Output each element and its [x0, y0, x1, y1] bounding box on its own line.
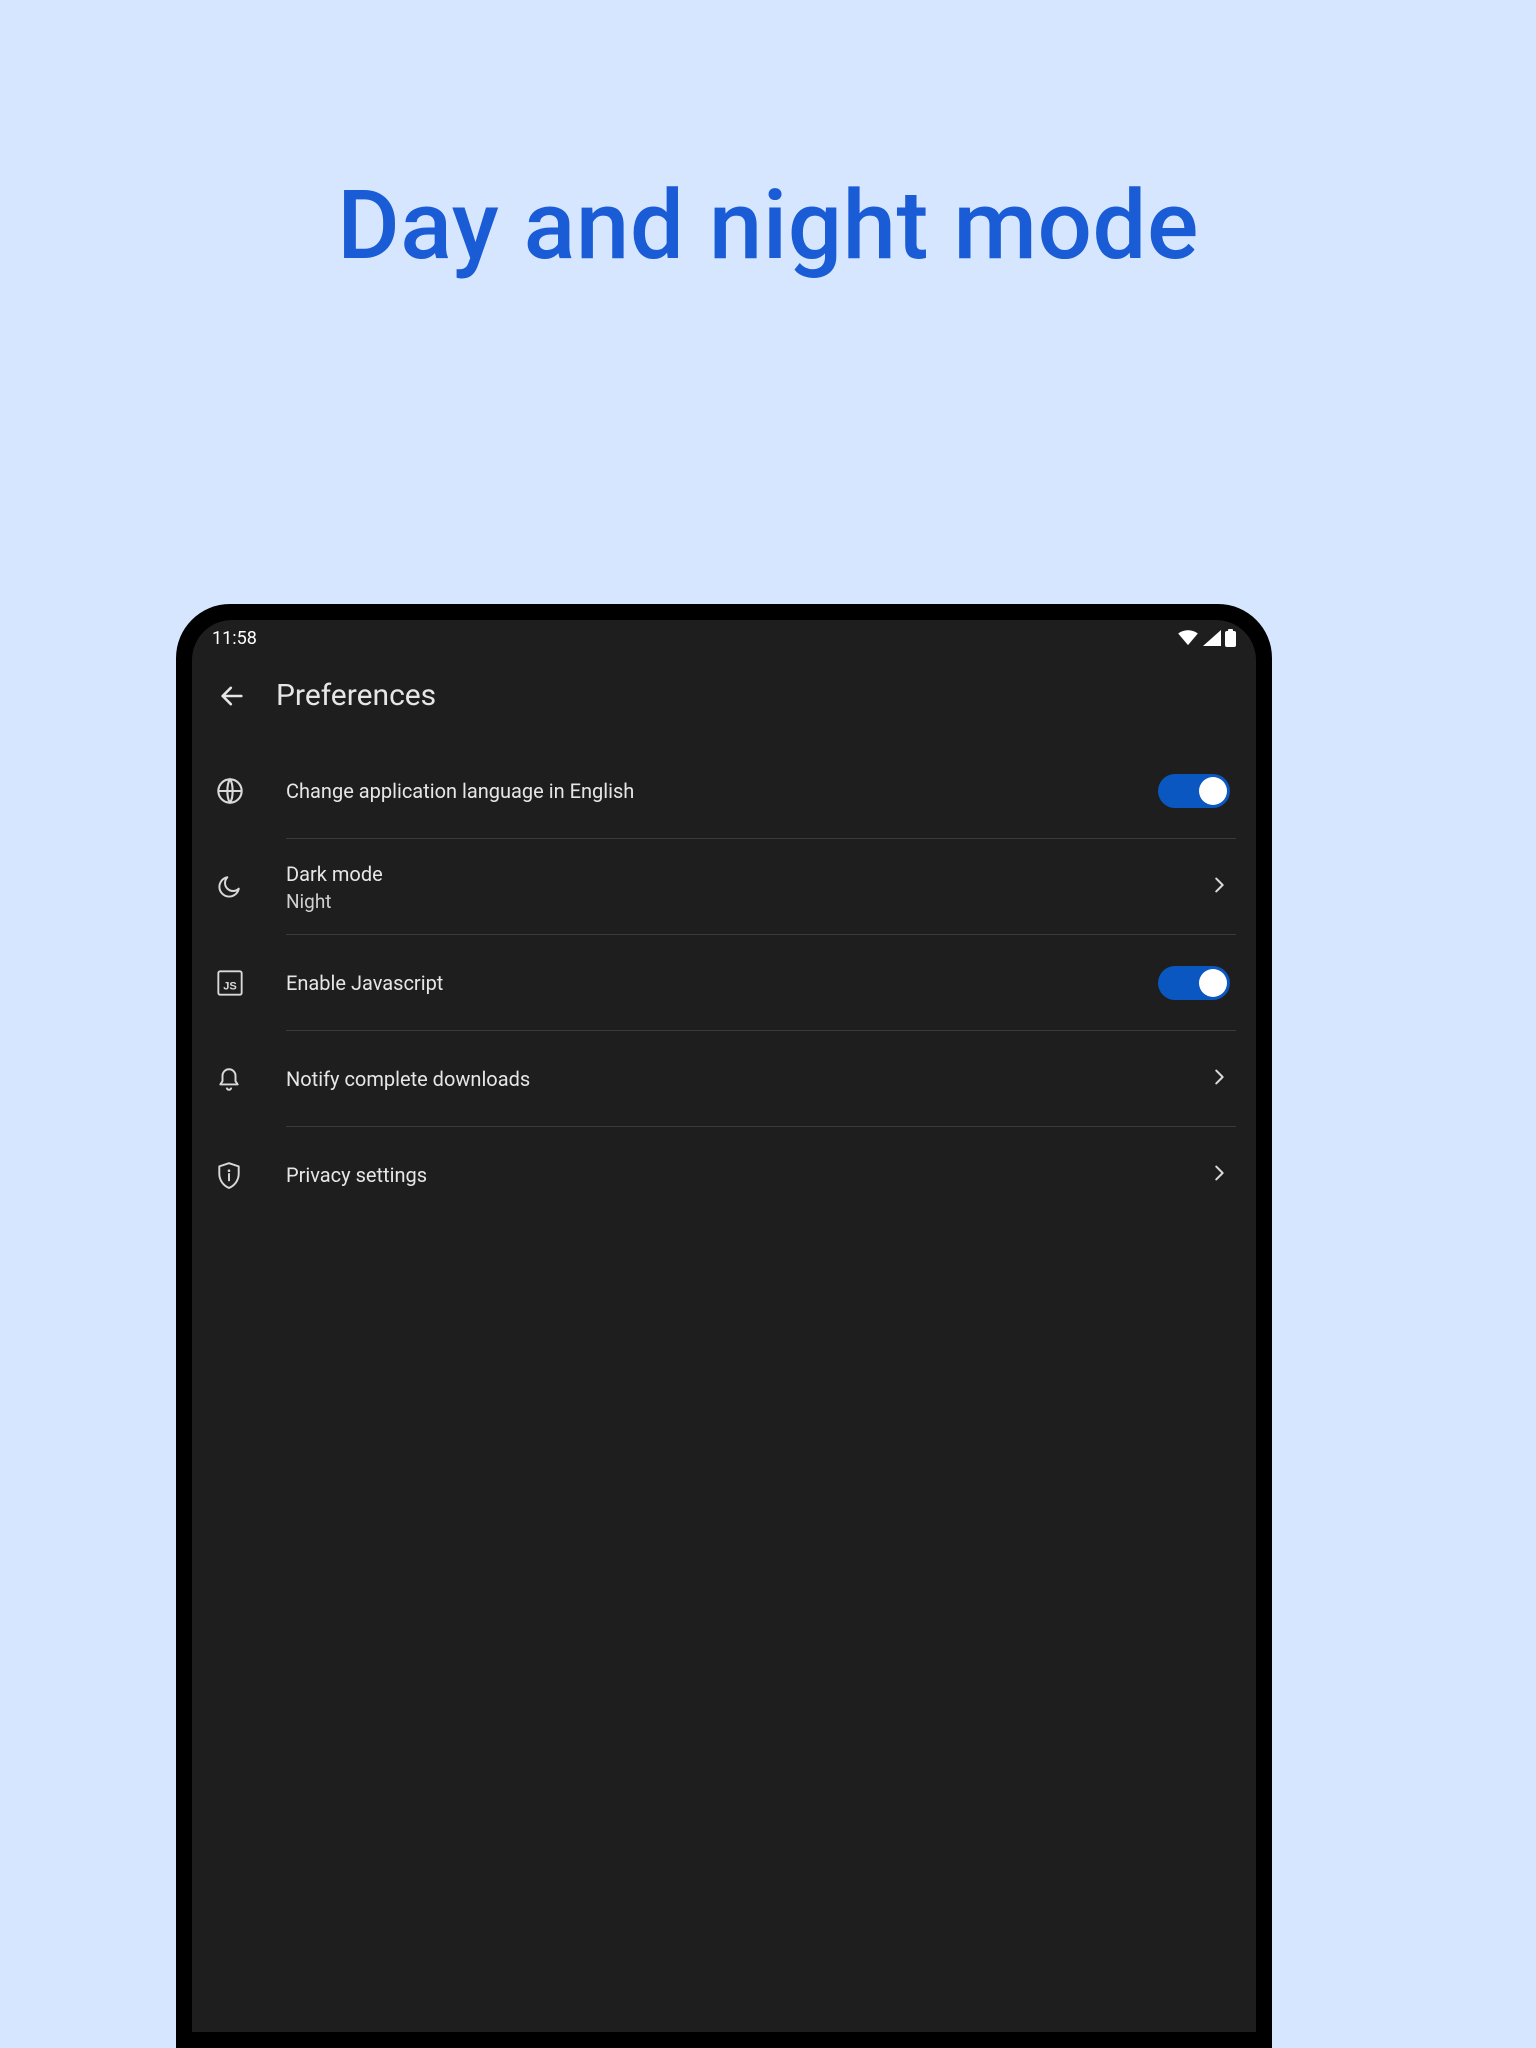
- signal-icon: [1203, 630, 1221, 646]
- row-javascript[interactable]: JS Enable Javascript: [192, 935, 1256, 1031]
- row-text: Change application language in English: [286, 779, 1152, 803]
- settings-list: Change application language in English: [192, 743, 1256, 1223]
- status-bar: 11:58: [192, 620, 1256, 656]
- svg-text:JS: JS: [223, 980, 237, 992]
- chevron-right-icon: [1208, 1066, 1230, 1092]
- row-label: Privacy settings: [286, 1163, 1152, 1187]
- shield-info-icon: [212, 1161, 286, 1189]
- globe-icon: [212, 777, 286, 805]
- battery-icon: [1225, 629, 1236, 647]
- row-label: Notify complete downloads: [286, 1067, 1152, 1091]
- promo-headline: Day and night mode: [0, 170, 1536, 282]
- row-text: Privacy settings: [286, 1163, 1152, 1187]
- row-privacy[interactable]: Privacy settings: [192, 1127, 1256, 1223]
- row-sublabel: Night: [286, 890, 1152, 913]
- javascript-toggle[interactable]: [1158, 966, 1230, 1000]
- language-toggle[interactable]: [1158, 774, 1230, 808]
- back-button[interactable]: [216, 680, 248, 712]
- page-title: Preferences: [276, 678, 436, 713]
- arrow-left-icon: [218, 682, 246, 710]
- chevron-right-icon: [1208, 874, 1230, 900]
- row-text: Dark mode Night: [286, 862, 1152, 913]
- moon-icon: [212, 874, 286, 900]
- js-icon: JS: [212, 969, 286, 997]
- row-language[interactable]: Change application language in English: [192, 743, 1256, 839]
- row-label: Dark mode: [286, 862, 1152, 886]
- bell-icon: [212, 1066, 286, 1092]
- row-label: Change application language in English: [286, 779, 1152, 803]
- device-frame: 11:58: [176, 604, 1272, 2048]
- toggle-thumb: [1199, 969, 1227, 997]
- row-dark-mode[interactable]: Dark mode Night: [192, 839, 1256, 935]
- promo-canvas: Day and night mode 11:58: [0, 0, 1536, 2048]
- row-text: Enable Javascript: [286, 971, 1152, 995]
- status-time: 11:58: [212, 628, 257, 649]
- row-notify-downloads[interactable]: Notify complete downloads: [192, 1031, 1256, 1127]
- chevron-right-icon: [1208, 1162, 1230, 1188]
- app-bar: Preferences: [192, 656, 1256, 743]
- row-label: Enable Javascript: [286, 971, 1152, 995]
- device-screen: 11:58: [192, 620, 1256, 2032]
- toggle-thumb: [1199, 777, 1227, 805]
- status-icons: [1177, 629, 1236, 647]
- wifi-icon: [1177, 630, 1199, 646]
- row-text: Notify complete downloads: [286, 1067, 1152, 1091]
